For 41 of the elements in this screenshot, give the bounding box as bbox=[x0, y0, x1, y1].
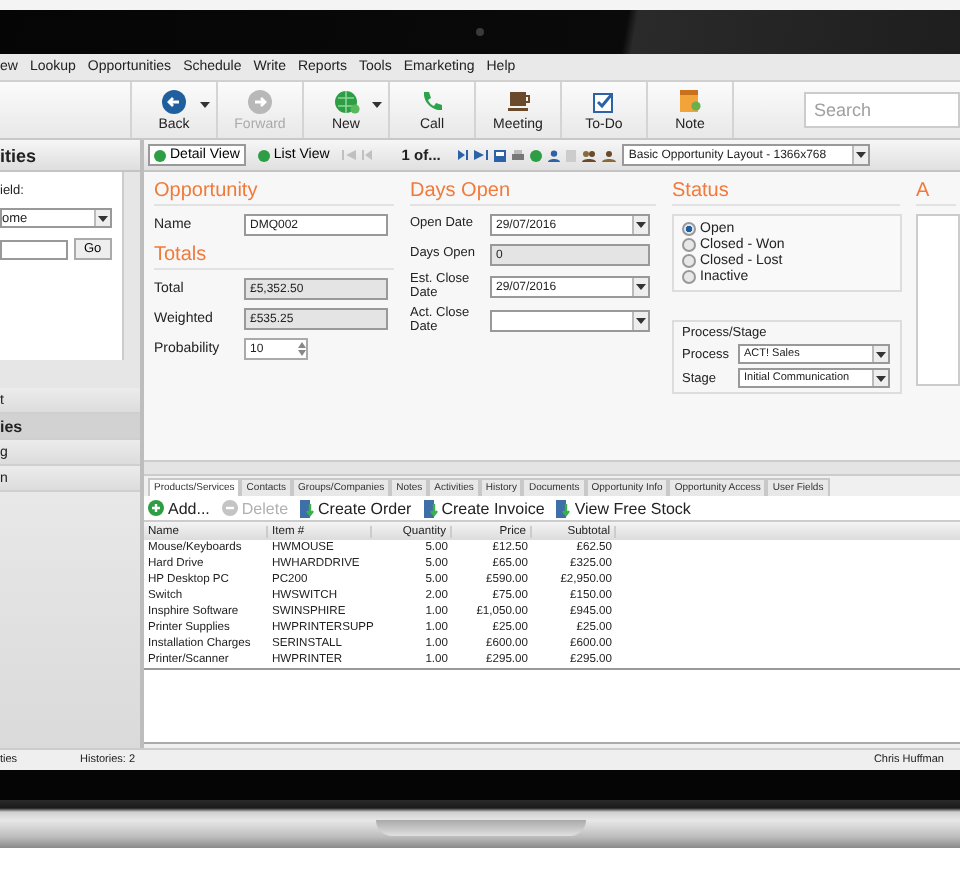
note-icon bbox=[678, 88, 702, 114]
caret-icon[interactable] bbox=[372, 102, 382, 108]
last-record-icon[interactable] bbox=[474, 150, 489, 160]
person-icon[interactable] bbox=[548, 149, 561, 161]
horizontal-scrollbar[interactable] bbox=[144, 462, 960, 476]
section-heading: Status bbox=[672, 180, 900, 206]
people-icon[interactable] bbox=[602, 149, 617, 161]
action-button[interactable]: Add... bbox=[148, 499, 210, 517]
lookup-input[interactable] bbox=[0, 239, 68, 259]
save-icon[interactable] bbox=[494, 149, 507, 161]
dropdown-arrow-icon[interactable] bbox=[852, 146, 869, 164]
section-heading: Opportunity bbox=[154, 180, 394, 206]
dropdown-arrow-icon[interactable] bbox=[632, 312, 648, 330]
dropdown-arrow-icon[interactable] bbox=[872, 346, 888, 362]
action-button[interactable]: Create Invoice bbox=[423, 499, 545, 517]
dropdown-arrow-icon[interactable] bbox=[632, 216, 648, 234]
document-arrow-icon bbox=[300, 499, 315, 517]
cup-icon bbox=[505, 89, 531, 113]
phone-icon bbox=[420, 89, 444, 113]
nav-item[interactable]: ies bbox=[0, 414, 140, 440]
section-heading: Totals bbox=[154, 244, 394, 270]
action-button[interactable]: Create Order bbox=[300, 499, 412, 517]
dropdown-arrow-icon[interactable] bbox=[94, 210, 110, 226]
panel-title: ities bbox=[0, 140, 140, 172]
printer-icon[interactable] bbox=[512, 149, 525, 161]
search-field[interactable]: Search bbox=[804, 92, 960, 128]
action-button[interactable]: View Free Stock bbox=[556, 499, 691, 517]
checkbox-icon bbox=[592, 89, 616, 113]
dropdown-arrow-icon[interactable] bbox=[632, 278, 648, 296]
document-arrow-icon bbox=[556, 499, 571, 517]
document-arrow-icon bbox=[423, 499, 438, 517]
next-record-icon[interactable] bbox=[458, 150, 469, 160]
dropdown-arrow-icon[interactable] bbox=[872, 370, 888, 386]
back-arrow-icon bbox=[162, 89, 186, 113]
forward-arrow-icon bbox=[248, 89, 272, 113]
caret-icon[interactable] bbox=[200, 102, 210, 108]
people-icon[interactable] bbox=[582, 149, 597, 161]
camera-lens bbox=[476, 28, 484, 36]
date-field[interactable] bbox=[490, 310, 650, 332]
section-heading: A bbox=[916, 180, 956, 206]
section-heading: Days Open bbox=[410, 180, 656, 206]
